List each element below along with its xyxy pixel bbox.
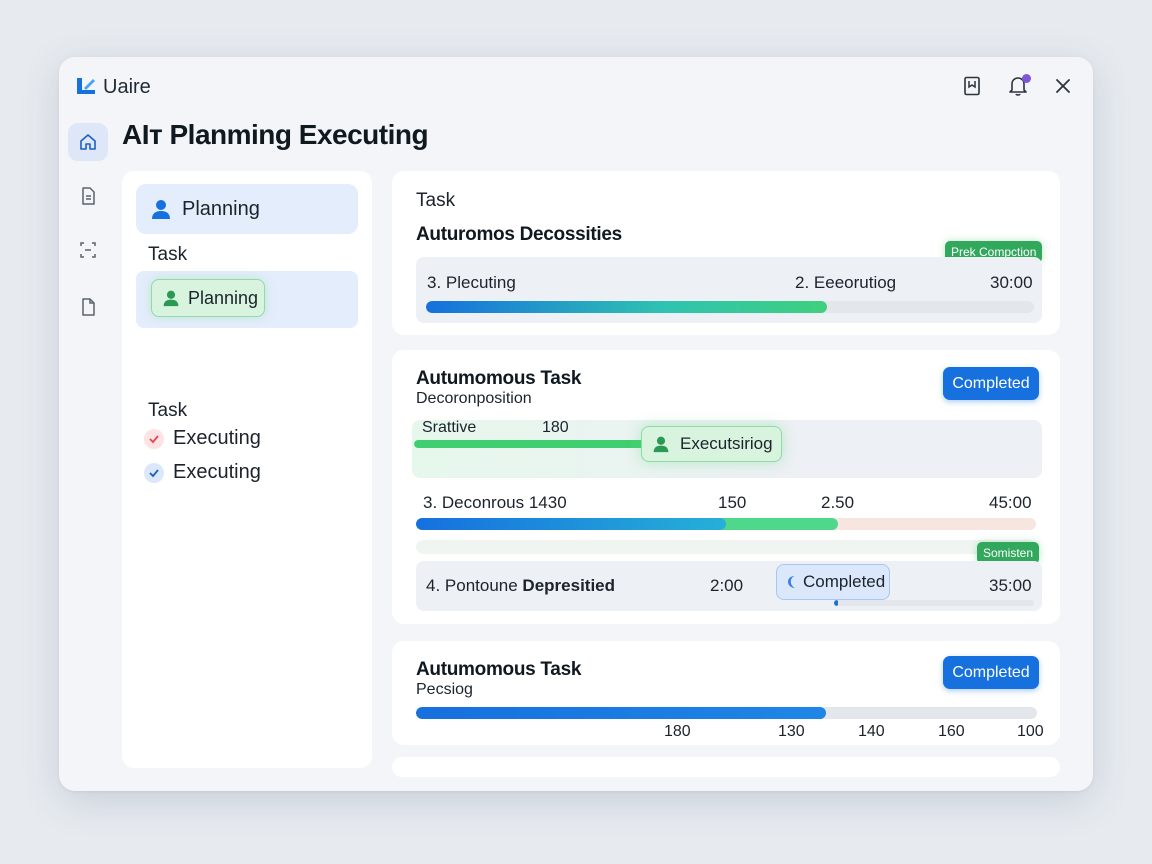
card-subtitle: Decoronposition [416, 390, 532, 407]
planning-header[interactable]: Planning [136, 184, 358, 234]
row-left-label: 4. Pontoune Depresitied [426, 576, 615, 596]
divider-row [416, 540, 1036, 554]
task-card-1: Task Auturomos Decossities Prek Compctio… [392, 171, 1060, 335]
close-icon [1056, 79, 1070, 93]
row-value: 180 [542, 419, 569, 436]
row-time: 45:00 [989, 493, 1032, 512]
notification-dot [1022, 74, 1031, 83]
scale-tick: 140 [858, 723, 885, 740]
file-icon [82, 298, 95, 316]
task-item-label: Executing [173, 427, 261, 449]
rail-files-button[interactable] [68, 288, 108, 326]
progress-fill [414, 440, 658, 448]
scan-icon [80, 242, 96, 258]
notifications-button[interactable] [1005, 73, 1031, 99]
row-time: 30:00 [990, 273, 1033, 292]
executing-chip[interactable]: Executsiriog [641, 426, 782, 462]
scale-tick: 100 [1017, 723, 1044, 740]
row-value-1: 150 [718, 493, 747, 512]
scale-tick: 160 [938, 723, 965, 740]
task-item-label: Executing [173, 461, 261, 483]
rail-home-button[interactable] [68, 123, 108, 161]
title-bar: Uaire [59, 57, 1093, 117]
planning-header-label: Planning [182, 197, 260, 220]
planning-chip-label: Planning [188, 287, 259, 308]
completed-chip-label: Completed [803, 572, 886, 591]
bookmark-icon [964, 76, 980, 96]
task-card-4 [392, 757, 1060, 777]
row-value-2: 2.50 [821, 493, 855, 512]
planning-panel: Planning Task Planning Task Executing Ex… [122, 171, 372, 768]
rail-documents-button[interactable] [68, 177, 108, 215]
progress-fill [416, 707, 826, 719]
app-name: Uaire [103, 76, 151, 98]
card-title: Autumomous Task [416, 368, 582, 389]
selected-task-row[interactable]: Planning [136, 271, 358, 328]
scale-tick: 180 [664, 723, 691, 740]
check-icon [144, 462, 164, 483]
section-label-task-2: Task [148, 400, 188, 421]
task-item-executing-done[interactable]: Executing [144, 461, 261, 484]
progress-fill [426, 301, 828, 313]
progress-track [416, 518, 1036, 530]
planning-chip[interactable]: Planning [151, 279, 265, 317]
row-value-1: 2:00 [710, 576, 744, 595]
row-time: 35:00 [989, 576, 1032, 595]
user-icon [163, 290, 179, 307]
progress-fill [416, 518, 726, 530]
row-left-label: 3. Plecuting [427, 273, 516, 292]
card-title: Autumomous Task [416, 659, 582, 680]
rail-scan-button[interactable] [68, 231, 108, 269]
bookmark-button[interactable] [959, 73, 985, 99]
task-item-executing-error[interactable]: Executing [144, 427, 261, 450]
progress-fill [834, 600, 838, 606]
scale-tick: 130 [778, 723, 805, 740]
user-icon [152, 200, 170, 219]
moon-icon [788, 576, 795, 588]
row-mid-label: 2. Eeeorutiog [795, 273, 897, 292]
progress-track [416, 707, 1037, 719]
app-window: Uaire AIт Planming Executing Planning Ta… [59, 57, 1093, 791]
card-subtitle: Pecsiog [416, 681, 473, 698]
row-left-label: 3. Deconrous 1430 [423, 493, 567, 512]
card-label: Task [416, 190, 456, 211]
task-card-2: Autumomous Task Decoronposition Complete… [392, 350, 1060, 624]
completed-chip[interactable]: Completed [776, 564, 890, 600]
row-left-plain: 4. Pontoune [426, 576, 523, 595]
user-icon [653, 436, 669, 453]
app-logo-icon [77, 78, 95, 94]
page-title: AIт Planming Executing [122, 119, 429, 150]
close-button[interactable] [1050, 73, 1076, 99]
home-icon [80, 134, 96, 150]
completed-button[interactable]: Completed [943, 367, 1039, 400]
error-check-icon [144, 428, 164, 449]
progress-track [426, 301, 1034, 313]
section-label-task: Task [148, 244, 188, 265]
completed-button[interactable]: Completed [943, 656, 1039, 689]
document-icon [82, 187, 95, 205]
executing-chip-label: Executsiriog [680, 434, 773, 453]
row-left-bold: Depresitied [522, 576, 616, 595]
task-card-3: Autumomous Task Pecsiog Completed 180 13… [392, 641, 1060, 745]
row-left-label: Srattive [422, 419, 477, 436]
card-title: Auturomos Decossities [416, 224, 622, 245]
progress-track [834, 600, 1034, 606]
